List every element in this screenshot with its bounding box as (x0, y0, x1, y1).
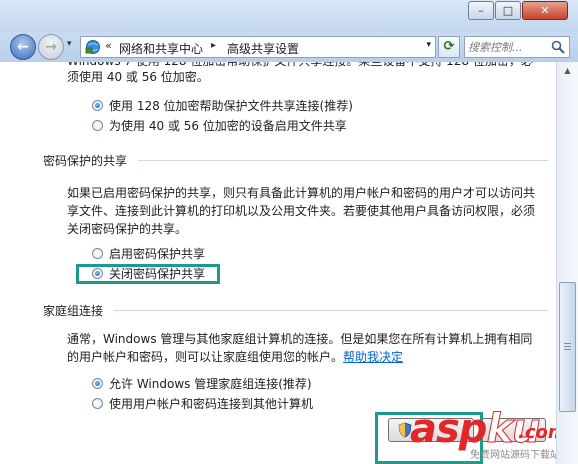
radio-button-unchecked[interactable] (92, 120, 103, 131)
vertical-scrollbar[interactable]: ▲ (556, 62, 578, 464)
recent-pages-dropdown-icon[interactable]: ▾ (67, 39, 72, 49)
scrollbar-thumb[interactable] (559, 282, 576, 412)
maximize-button[interactable]: □ (495, 1, 521, 20)
network-center-icon (85, 40, 100, 54)
close-button[interactable]: ✕ (522, 1, 568, 20)
watermark-domain: .com (518, 422, 556, 443)
breadcrumb-advanced-sharing[interactable]: 高级共享设置 (227, 40, 299, 57)
search-icon[interactable] (551, 40, 565, 54)
search-input[interactable] (468, 39, 548, 55)
title-bar: – □ ✕ (0, 0, 578, 32)
scroll-grip-line (564, 349, 571, 350)
watermark-subtitle: 免费网站源码下载站 (470, 450, 560, 461)
radio-label: 允许 Windows 管理家庭组连接(推荐) (109, 377, 312, 391)
encryption-description-line-2: 须使用 40 或 56 位加密。 (67, 70, 209, 84)
section-divider (138, 160, 548, 161)
help-me-decide-link[interactable]: 帮助我决定 (343, 350, 403, 364)
minimize-button[interactable]: – (468, 1, 494, 20)
password-sharing-description-line-2: 享文件、连接到此计算机的打印机以及公用文件夹。若要使其他用户具备访问权限，必须 (67, 204, 536, 218)
radio-label: 为使用 40 或 56 位加密的设备启用文件共享 (109, 119, 347, 133)
radio-button-unchecked[interactable] (92, 248, 103, 259)
scroll-grip-line (564, 346, 571, 347)
settings-content: Windows 7 使用 128 位加密帮助保护文件共享连接。某些设备不支持 1… (0, 62, 556, 464)
radio-button-unchecked[interactable] (92, 398, 103, 409)
breadcrumb-network-center[interactable]: 网络和共享中心 (119, 40, 203, 57)
homegroup-description-text: 的用户帐户和密码，则可以让家庭组使用您的帐户。 (67, 350, 344, 364)
radio-label: 启用密码保护共享 (109, 247, 206, 261)
address-dropdown-icon[interactable]: ▾ (426, 40, 431, 50)
radio-button-checked[interactable] (92, 378, 103, 389)
address-bar[interactable]: « 网络和共享中心 ▸ 高级共享设置 ▾ (80, 36, 436, 58)
password-sharing-description-line-3: 关闭密码保护的共享。 (67, 222, 188, 236)
radio-label: 使用 128 位加密帮助保护文件共享连接(推荐) (109, 99, 353, 113)
section-divider (114, 310, 548, 311)
homegroup-description-line-1: 通常，Windows 管理与其他家庭组计算机的连接。但是如果您在所有计算机上拥有… (67, 332, 533, 346)
forward-button[interactable]: → (38, 34, 64, 60)
password-sharing-description-line-1: 如果已启用密码保护的共享，则只有具备此计算机的用户帐户和密码的用户才可以访问共 (67, 186, 536, 200)
back-button[interactable]: ← (10, 34, 36, 60)
section-heading-password-sharing: 密码保护的共享 (43, 154, 128, 168)
homegroup-description-line-2: 的用户帐户和密码，则可以让家庭组使用您的帐户。帮助我决定 (67, 348, 547, 366)
radio-label: 使用用户帐户和密码连接到其他计算机 (109, 397, 314, 411)
search-box[interactable] (464, 36, 570, 58)
breadcrumb-separator[interactable]: ▸ (211, 40, 216, 51)
selection-highlight-box (76, 264, 220, 284)
section-heading-homegroup: 家庭组连接 (43, 304, 104, 318)
address-overflow-chevron[interactable]: « (105, 39, 112, 52)
scroll-grip-line (564, 343, 571, 344)
refresh-button[interactable]: ⟳ (438, 36, 460, 58)
scroll-up-arrow-icon[interactable]: ▲ (557, 62, 578, 80)
radio-button-checked[interactable] (92, 100, 103, 111)
